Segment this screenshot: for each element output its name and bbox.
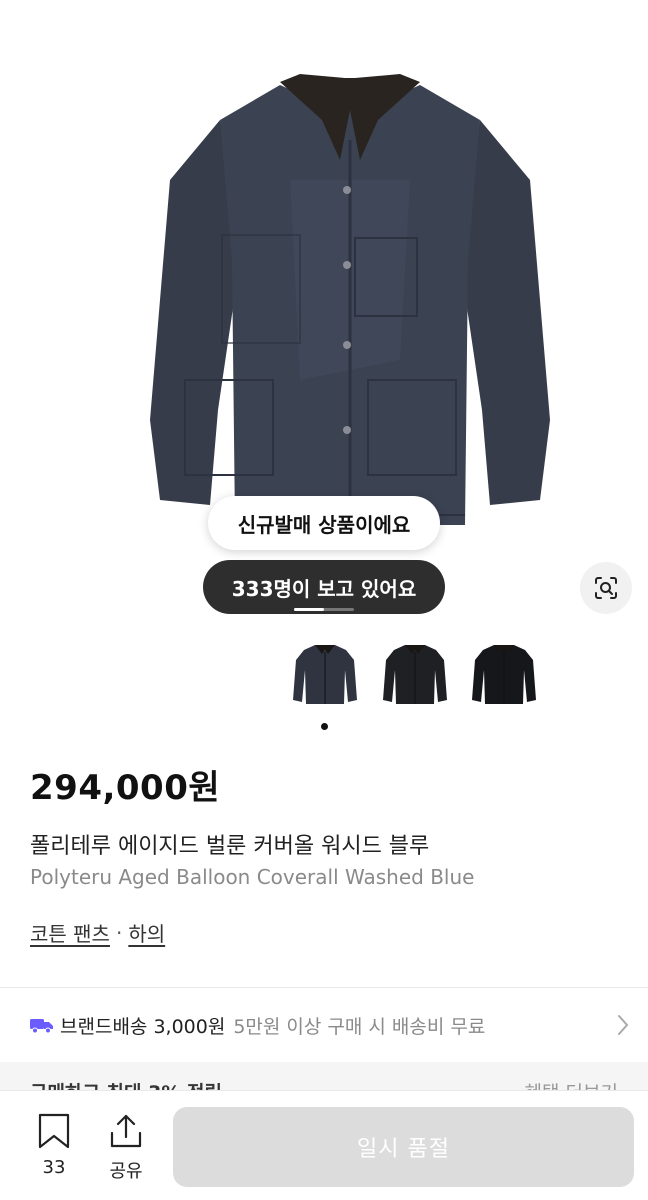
bookmark-icon bbox=[38, 1113, 70, 1149]
category-link-cotton-pants[interactable]: 코튼 팬츠 bbox=[30, 918, 110, 947]
pagination-dot bbox=[321, 723, 328, 730]
category-link-bottoms[interactable]: 하의 bbox=[128, 918, 165, 947]
lens-search-icon bbox=[595, 577, 617, 599]
visual-search-button[interactable] bbox=[580, 562, 632, 614]
shipping-info-row[interactable]: 브랜드배송 3,000원 5만원 이상 구매 시 배송비 무료 bbox=[30, 1010, 630, 1040]
thumbnail-washed-blue[interactable] bbox=[292, 640, 358, 708]
save-count: 33 bbox=[42, 1157, 66, 1178]
thumbnail-dark[interactable] bbox=[382, 640, 448, 708]
product-image-slider[interactable]: 신규발매 상품이에요 333명이 보고 있어요 bbox=[0, 0, 648, 630]
free-shipping-note: 5만원 이상 구매 시 배송비 무료 bbox=[233, 1015, 486, 1038]
category-separator: · bbox=[115, 920, 123, 945]
share-button[interactable]: 공유 bbox=[101, 1113, 151, 1183]
purchase-button-sold-out[interactable]: 일시 품절 bbox=[173, 1107, 634, 1187]
bottom-action-bar: 33 공유 일시 품절 bbox=[0, 1090, 648, 1200]
shipping-fee-label: 브랜드배송 3,000원 bbox=[60, 1015, 226, 1038]
truck-icon bbox=[30, 1016, 54, 1034]
save-button[interactable]: 33 bbox=[29, 1113, 79, 1178]
slide-progress-fill bbox=[294, 608, 324, 611]
thumbnail-strip bbox=[0, 640, 648, 712]
new-release-badge: 신규발매 상품이에요 bbox=[208, 496, 440, 550]
slide-progress-bar bbox=[294, 608, 354, 611]
product-name-korean: 폴리테루 에이지드 벌룬 커버올 워시드 블루 bbox=[30, 834, 430, 859]
viewer-count-badge: 333명이 보고 있어요 bbox=[203, 560, 445, 614]
product-price: 294,000원 bbox=[30, 768, 221, 808]
thumbnail-black[interactable] bbox=[471, 640, 537, 708]
share-label: 공유 bbox=[109, 1161, 143, 1182]
section-divider bbox=[0, 987, 648, 988]
product-main-image bbox=[150, 74, 550, 525]
share-icon bbox=[110, 1114, 142, 1148]
product-name-english: Polyteru Aged Balloon Coverall Washed Bl… bbox=[30, 865, 475, 889]
chevron-right-icon bbox=[616, 1013, 630, 1042]
category-breadcrumb: 코튼 팬츠 · 하의 bbox=[30, 918, 165, 947]
